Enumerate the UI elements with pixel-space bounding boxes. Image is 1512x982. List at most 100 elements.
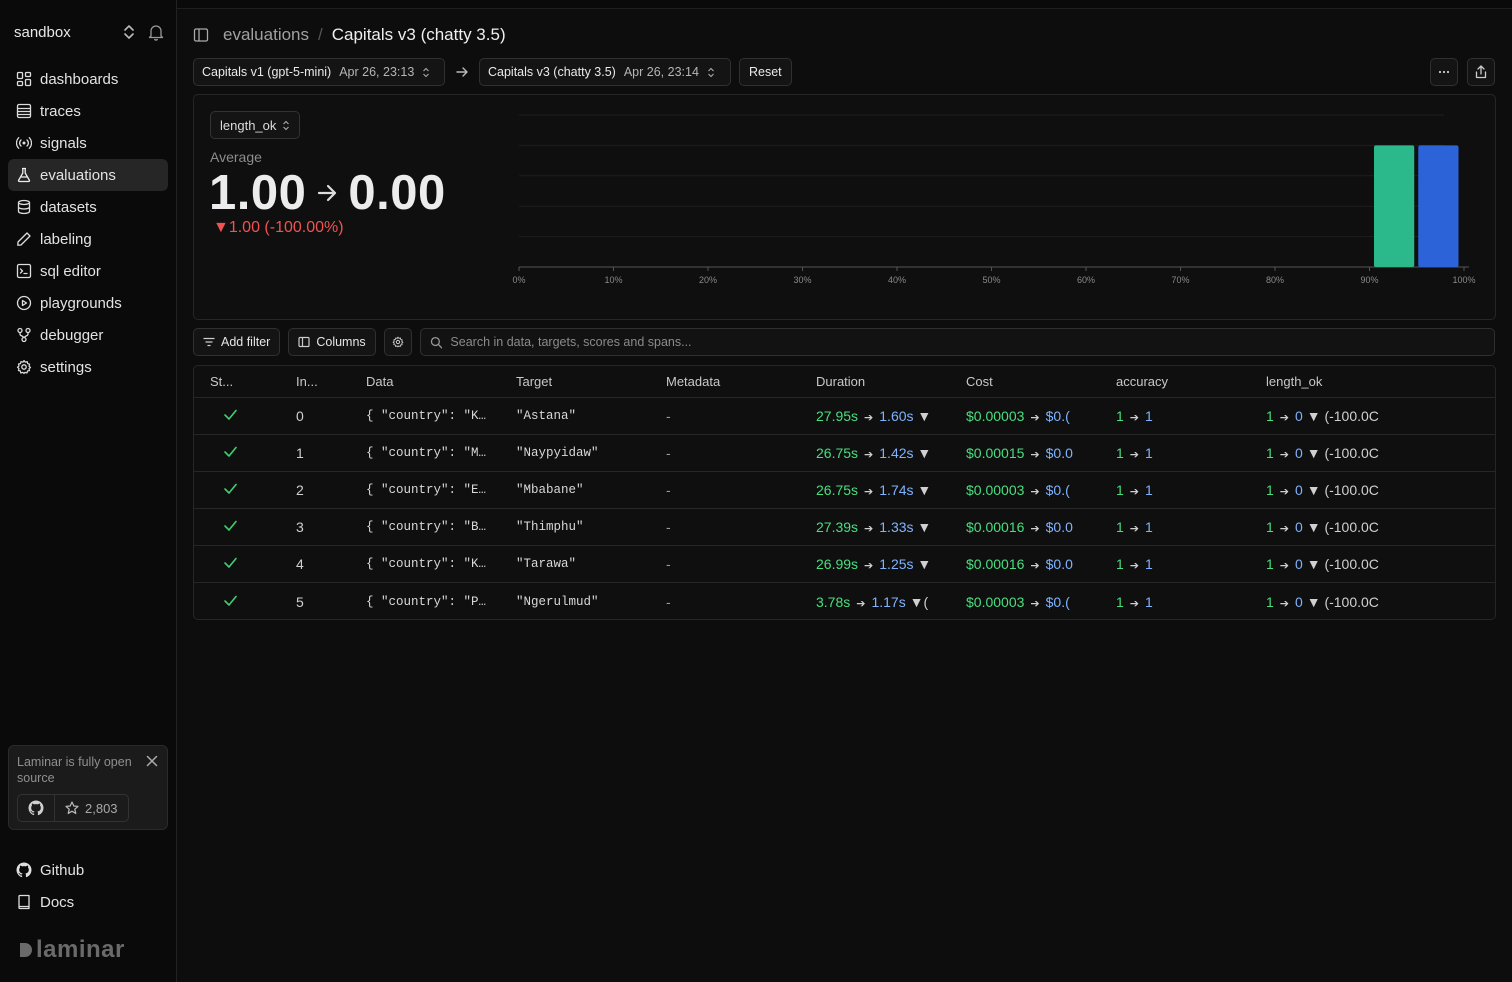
arrow-right-icon: ➔ bbox=[864, 560, 874, 572]
cost-before: $0.00016 bbox=[966, 519, 1025, 535]
page-title: Capitals v3 (chatty 3.5) bbox=[331, 25, 506, 44]
sidebar-toggle-icon[interactable] bbox=[193, 27, 209, 43]
column-header-cost[interactable]: Cost bbox=[950, 374, 1100, 389]
bell-icon[interactable] bbox=[148, 23, 164, 41]
duration-delta: ▼ bbox=[917, 482, 932, 498]
table-icon bbox=[16, 103, 32, 119]
column-header-metadata[interactable]: Metadata bbox=[650, 374, 800, 389]
sidebar-item-labeling[interactable]: labeling bbox=[8, 223, 168, 255]
laminar-logo[interactable]: laminar bbox=[18, 936, 125, 964]
sidebar-item-sql-editor[interactable]: sql editor bbox=[8, 255, 168, 287]
duration-after: 1.74s bbox=[879, 482, 914, 498]
metadata-cell: - bbox=[666, 556, 671, 572]
baseline-date: Apr 26, 23:13 bbox=[339, 65, 415, 79]
breadcrumb-separator: / bbox=[318, 25, 323, 44]
x-tick-label: 100% bbox=[1452, 275, 1475, 285]
github-button[interactable] bbox=[18, 795, 55, 821]
column-header-duration[interactable]: Duration bbox=[800, 374, 950, 389]
table-row[interactable]: 4 { "country": "K… "Tarawa" - 26.99s ➔ 1.2… bbox=[194, 546, 1495, 583]
star-icon bbox=[65, 801, 79, 815]
data-cell: { "country": "K… bbox=[366, 409, 487, 423]
status-cell bbox=[194, 555, 280, 573]
table-settings-button[interactable] bbox=[383, 328, 412, 356]
duration-cell: 27.39s ➔ 1.33s ▼ bbox=[800, 519, 950, 535]
arrow-right-icon: ➔ bbox=[1129, 412, 1140, 424]
table-row[interactable]: 3 { "country": "B… "Thimphu" - 27.39s ➔ 1.… bbox=[194, 509, 1495, 546]
sidebar-item-datasets[interactable]: datasets bbox=[8, 191, 168, 223]
breadcrumb-evaluations[interactable]: evaluations bbox=[223, 25, 309, 45]
cost-cell: $0.00016 ➔ $0.0 bbox=[950, 556, 1100, 572]
columns-button[interactable]: Columns bbox=[288, 328, 376, 356]
length-ok-after: 0 bbox=[1295, 556, 1303, 572]
compared-date: Apr 26, 23:14 bbox=[623, 65, 699, 79]
duration-cell: 26.99s ➔ 1.25s ▼ bbox=[800, 556, 950, 572]
baseline-evaluation-select[interactable]: Capitals v1 (gpt-5-mini) Apr 26, 23:13 bbox=[193, 58, 445, 86]
reset-button[interactable]: Reset bbox=[739, 58, 792, 86]
sidebar-item-dashboards[interactable]: dashboards bbox=[8, 63, 168, 95]
cost-cell: $0.00003 ➔ $0.( bbox=[950, 408, 1100, 424]
cost-after: $0.( bbox=[1045, 482, 1070, 498]
score-select[interactable]: length_ok bbox=[210, 111, 301, 139]
arrow-right-icon: ➔ bbox=[1279, 486, 1290, 498]
duration-delta: ▼ bbox=[917, 519, 932, 535]
table-row[interactable]: 5 { "country": "P… "Ngerulmud" - 3.78s ➔ 1… bbox=[194, 583, 1495, 619]
sidebar-item-label: datasets bbox=[40, 198, 97, 216]
duration-delta: ▼ bbox=[917, 408, 932, 424]
column-header-target[interactable]: Target bbox=[500, 374, 650, 389]
table-row[interactable]: 2 { "country": "E… "Mbabane" - 26.75s ➔ 1.… bbox=[194, 472, 1495, 509]
metadata-cell: - bbox=[666, 482, 671, 498]
duration-after: 1.42s bbox=[879, 445, 914, 461]
check-icon bbox=[224, 595, 237, 606]
compared-evaluation-select[interactable]: Capitals v3 (chatty 3.5) Apr 26, 23:14 bbox=[479, 58, 731, 86]
data-cell: { "country": "E… bbox=[366, 483, 487, 497]
duration-before: 26.75s bbox=[816, 445, 859, 461]
score-distribution-chart: 0% 10% 20% 30% 40% 50% 60% 70% 80% 90% 100% bbox=[512, 114, 1476, 285]
cost-after: $0.( bbox=[1045, 408, 1070, 424]
more-options-button[interactable] bbox=[1430, 58, 1458, 86]
check-icon bbox=[224, 409, 237, 420]
sidebar-item-debugger[interactable]: debugger bbox=[8, 319, 168, 351]
length-ok-before: 1 bbox=[1266, 445, 1274, 461]
github-star-widget: 2,803 bbox=[17, 794, 129, 822]
star-count-button[interactable]: 2,803 bbox=[55, 795, 128, 821]
arrow-right-icon: ➔ bbox=[1030, 486, 1040, 498]
target-cell: "Ngerulmud" bbox=[516, 594, 599, 609]
broadcast-icon bbox=[16, 137, 32, 149]
sidebar-item-settings[interactable]: settings bbox=[8, 351, 168, 383]
search-input[interactable] bbox=[450, 335, 1485, 349]
share-button[interactable] bbox=[1467, 58, 1495, 86]
cost-cell: $0.00016 ➔ $0.0 bbox=[950, 519, 1100, 535]
workspace-switcher[interactable]: sandbox bbox=[14, 21, 164, 43]
sidebar-item-signals[interactable]: signals bbox=[8, 127, 168, 159]
cost-after: $0.( bbox=[1045, 593, 1070, 610]
table-row[interactable]: 1 { "country": "M… "Naypyidaw" - 26.75s ➔… bbox=[194, 435, 1495, 472]
x-tick-label: 40% bbox=[888, 275, 906, 285]
workspace-name: sandbox bbox=[14, 23, 71, 41]
ellipsis-icon bbox=[1438, 70, 1450, 74]
columns-icon bbox=[298, 336, 310, 348]
logo-text: laminar bbox=[36, 936, 125, 963]
arrow-right-icon: ➔ bbox=[1030, 597, 1040, 610]
column-header-length-ok[interactable]: length_ok bbox=[1250, 374, 1400, 389]
cost-before: $0.00003 bbox=[966, 482, 1025, 498]
docs-link[interactable]: Docs bbox=[8, 886, 168, 918]
column-header-index[interactable]: In... bbox=[280, 374, 350, 389]
sidebar-item-evaluations[interactable]: evaluations bbox=[8, 159, 168, 191]
sidebar-item-label: settings bbox=[40, 358, 92, 376]
sidebar-item-label: signals bbox=[40, 134, 87, 152]
add-filter-button[interactable]: Add filter bbox=[193, 328, 281, 356]
length-ok-cell: 1 ➔ 0 ▼ (-100.0C bbox=[1250, 519, 1400, 535]
github-link[interactable]: Github bbox=[8, 854, 168, 886]
status-cell bbox=[194, 518, 280, 536]
sidebar-item-playgrounds[interactable]: playgrounds bbox=[8, 287, 168, 319]
column-header-status[interactable]: St... bbox=[194, 374, 280, 389]
arrow-right-icon: ➔ bbox=[1030, 560, 1040, 572]
table-row[interactable]: 0 { "country": "K… "Astana" - 27.95s ➔ 1.6… bbox=[194, 398, 1495, 435]
data-cell: { "country": "B… bbox=[366, 520, 487, 534]
duration-before: 26.99s bbox=[816, 556, 859, 572]
column-header-accuracy[interactable]: accuracy bbox=[1100, 374, 1250, 389]
close-icon[interactable] bbox=[145, 754, 159, 768]
column-header-data[interactable]: Data bbox=[350, 374, 500, 389]
sidebar-item-traces[interactable]: traces bbox=[8, 95, 168, 127]
chevrons-up-down-icon[interactable] bbox=[122, 23, 136, 41]
